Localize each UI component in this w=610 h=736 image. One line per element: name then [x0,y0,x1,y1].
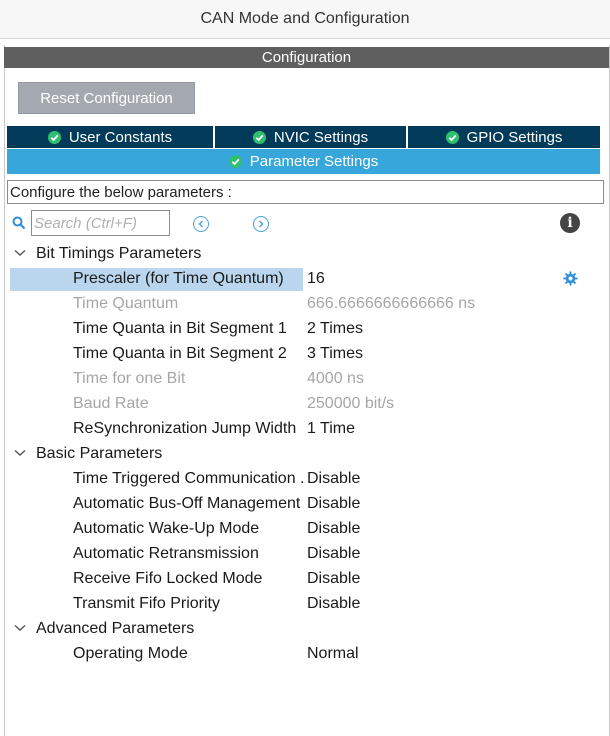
param-value[interactable]: Disable [307,470,360,488]
tab-bar: User Constants NVIC Settings GPIO Settin… [7,126,600,148]
param-name: Time Quanta in Bit Segment 2 [73,345,287,362]
description-text: Configure the below parameters : [7,180,604,204]
param-name: ReSynchronization Jump Width [73,420,297,437]
param-value: 250000 bit/s [307,395,395,412]
param-name: Time Triggered Communication .. [73,470,303,487]
param-value[interactable]: Disable [307,520,360,538]
param-row-wake-up[interactable]: Automatic Wake-Up Mode Disable [0,517,610,542]
chevron-down-icon [14,449,26,456]
param-value[interactable]: 16 [307,270,325,288]
param-name: Time for one Bit [73,370,186,387]
param-name: Automatic Bus-Off Management [73,495,301,512]
group-bit-timings[interactable]: Bit Timings Parameters [0,242,610,267]
param-value[interactable]: Disable [307,495,360,513]
param-name: Receive Fifo Locked Mode [73,570,263,587]
param-row-fifo-locked[interactable]: Receive Fifo Locked Mode Disable [0,567,610,592]
window-title: CAN Mode and Configuration [0,0,610,39]
search-icon [12,216,26,235]
chevron-left-icon [198,220,204,228]
param-name: Time Quantum [73,295,179,312]
param-name: Baud Rate [73,395,149,412]
param-name: Operating Mode [73,645,188,662]
param-row-fifo-priority[interactable]: Transmit Fifo Priority Disable [0,592,610,617]
param-value[interactable]: 3 Times [307,345,363,363]
param-row-prescaler[interactable]: Prescaler (for Time Quantum) 16 [0,267,610,292]
param-value[interactable]: Disable [307,570,360,588]
check-circle-icon [252,130,266,144]
param-name: Transmit Fifo Priority [73,595,220,612]
param-value[interactable]: 1 Time [307,420,355,438]
check-circle-icon [47,130,61,144]
group-label: Advanced Parameters [36,620,195,637]
search-input[interactable] [31,210,170,236]
tab-parameter-settings[interactable]: Parameter Settings [7,149,600,174]
chevron-down-icon [14,624,26,631]
section-title: Configuration [4,47,609,68]
check-circle-icon [228,155,242,168]
chevron-right-icon [258,220,264,228]
tab-label: Parameter Settings [249,153,379,170]
info-icon[interactable]: i [560,213,580,233]
search-previous-button[interactable] [193,216,209,232]
param-value[interactable]: 2 Times [307,320,363,338]
param-value[interactable]: Disable [307,545,360,563]
param-value[interactable]: Normal [307,645,359,663]
param-value: 4000 ns [307,370,364,387]
tab-gpio-settings[interactable]: GPIO Settings [406,126,600,148]
param-name: Automatic Retransmission [73,545,259,562]
param-row-bit-segment-2[interactable]: Time Quanta in Bit Segment 2 3 Times [0,342,610,367]
param-name: Prescaler (for Time Quantum) [73,270,284,287]
group-label: Bit Timings Parameters [36,245,202,262]
param-value[interactable]: Disable [307,595,360,613]
param-row-time-quantum: Time Quantum 666.6666666666666 ns [0,292,610,317]
param-row-sync-jump-width[interactable]: ReSynchronization Jump Width 1 Time [0,417,610,442]
param-row-baud-rate: Baud Rate 250000 bit/s [0,392,610,417]
param-row-retransmission[interactable]: Automatic Retransmission Disable [0,542,610,567]
group-advanced-parameters[interactable]: Advanced Parameters [0,617,610,642]
param-row-operating-mode[interactable]: Operating Mode Normal [0,642,610,667]
param-row-time-for-one-bit: Time for one Bit 4000 ns [0,367,610,392]
tab-user-constants[interactable]: User Constants [7,126,213,148]
group-basic-parameters[interactable]: Basic Parameters [0,442,610,467]
param-name: Automatic Wake-Up Mode [73,520,260,537]
tab-nvic-settings[interactable]: NVIC Settings [213,126,406,148]
param-row-time-triggered[interactable]: Time Triggered Communication .. Disable [0,467,610,492]
tab-label: User Constants [68,128,173,146]
chevron-down-icon [14,249,26,256]
check-circle-icon [445,130,459,144]
tab-label: NVIC Settings [273,128,369,146]
param-row-bit-segment-1[interactable]: Time Quanta in Bit Segment 1 2 Times [0,317,610,342]
gear-icon[interactable] [563,271,578,286]
param-row-bus-off[interactable]: Automatic Bus-Off Management Disable [0,492,610,517]
reset-configuration-button[interactable]: Reset Configuration [18,82,195,114]
tab-label: GPIO Settings [466,128,563,146]
param-value: 666.6666666666666 ns [307,295,476,312]
parameter-tree: Bit Timings Parameters Prescaler (for Ti… [0,242,610,667]
search-next-button[interactable] [253,216,269,232]
param-name: Time Quanta in Bit Segment 1 [73,320,287,337]
group-label: Basic Parameters [36,445,163,462]
